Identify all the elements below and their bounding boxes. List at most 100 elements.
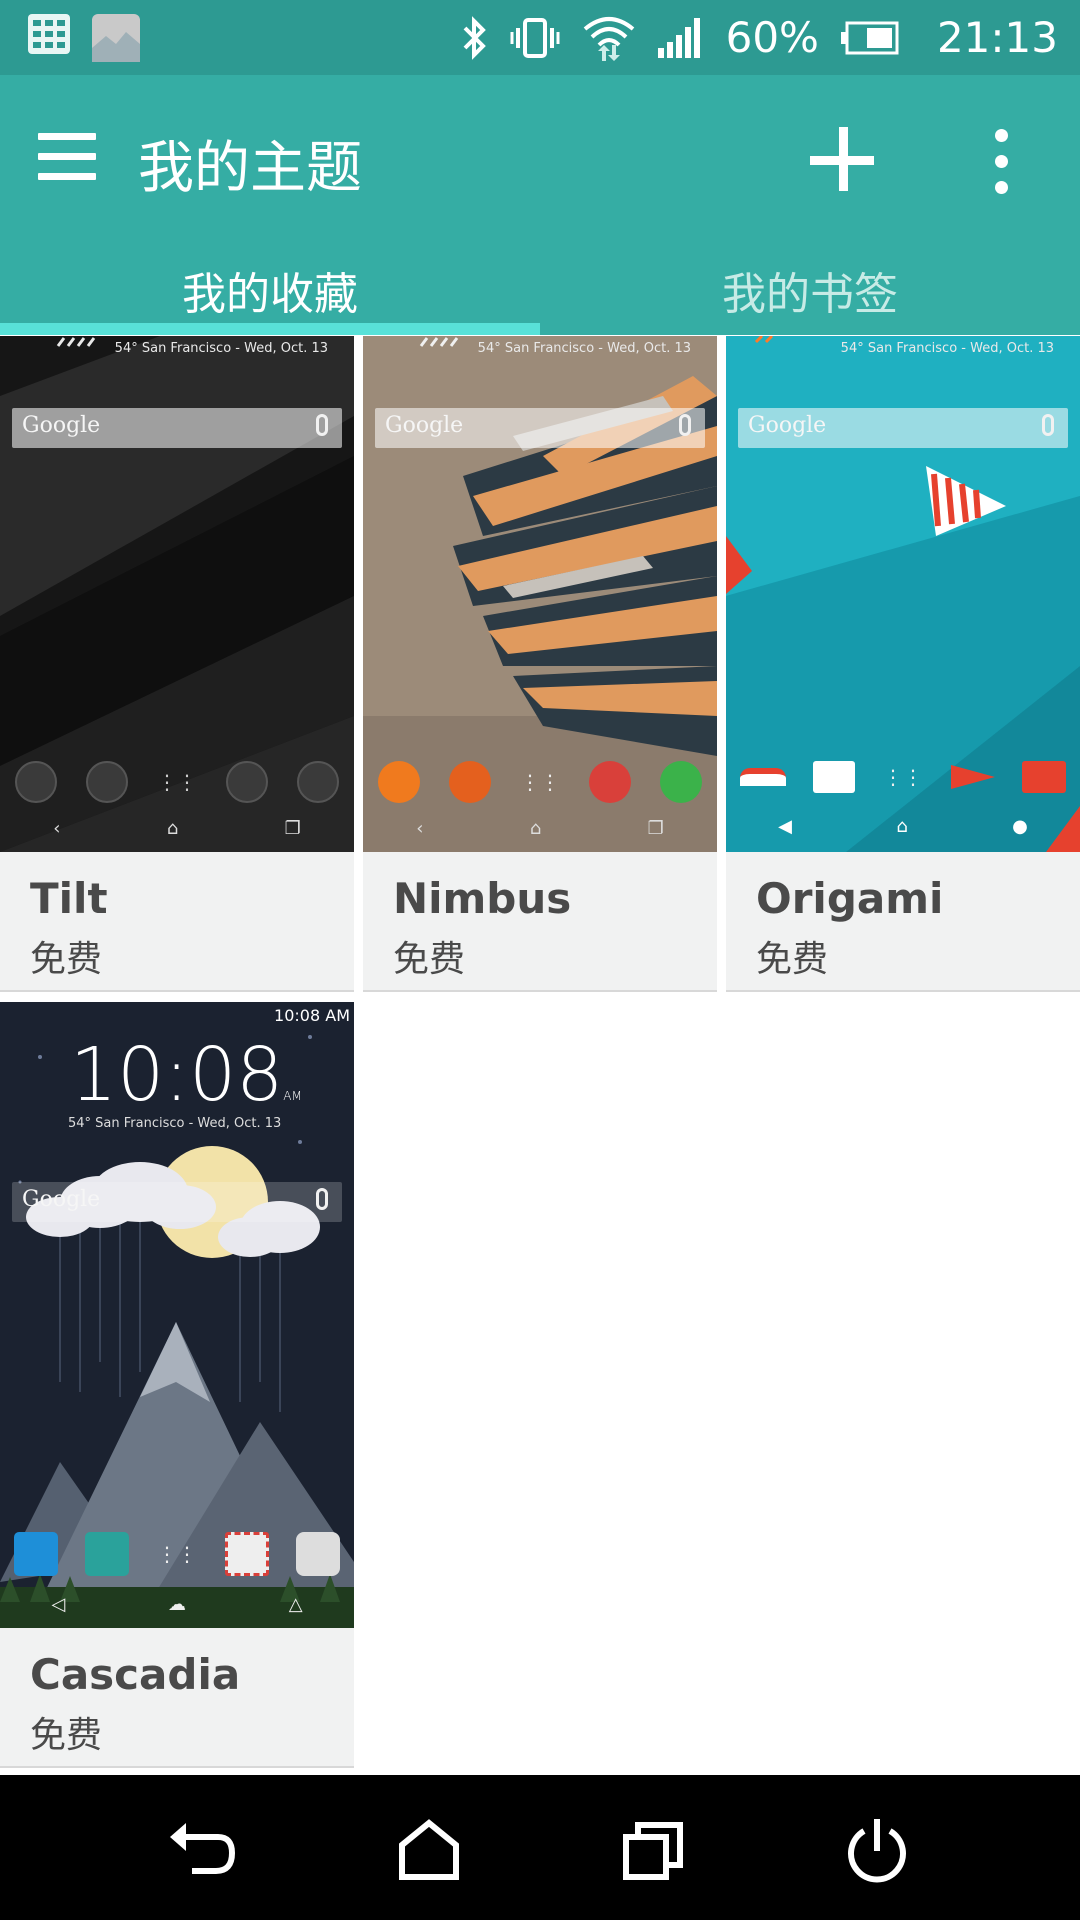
vibrate-icon <box>510 17 560 58</box>
back-icon: ◁ <box>51 1594 66 1615</box>
back-button[interactable] <box>168 1815 238 1885</box>
theme-card-cascadia[interactable]: 10:08 AM 10:08AM 54° San Francisco - Wed… <box>0 1002 354 1768</box>
theme-price: 免费 <box>30 939 103 980</box>
preview-search-bar: Google <box>738 408 1068 448</box>
camera-icon <box>1022 761 1067 793</box>
mail-icon <box>589 761 632 803</box>
preview-weather-text: 54° San Francisco - Wed, Oct. 13 <box>840 341 1054 356</box>
recents-icon: ❐ <box>284 818 301 839</box>
mic-icon <box>316 414 328 436</box>
theme-caption: Tilt 免费 <box>0 852 354 992</box>
preview-nav: ‹ ⌂ ❐ <box>363 818 717 839</box>
menu-button[interactable] <box>38 133 98 183</box>
power-button[interactable] <box>842 1815 912 1885</box>
apps-grid-icon: ⋮⋮ <box>882 765 923 789</box>
phone-icon <box>377 761 420 803</box>
preview-search-bar: Google <box>12 1182 342 1222</box>
wifi-icon <box>583 16 634 61</box>
preview-clock-ampm: AM <box>283 1089 302 1103</box>
preview-weather-text: 54° San Francisco - Wed, Oct. 13 <box>114 341 328 356</box>
apps-grid-icon: ⋮⋮ <box>156 770 197 794</box>
theme-name: Nimbus <box>393 874 572 923</box>
back-icon: ◀ <box>778 816 792 837</box>
clock: 21:13 <box>936 13 1058 62</box>
theme-card-nimbus[interactable]: 54° San Francisco - Wed, Oct. 13 Google … <box>363 336 717 992</box>
theme-name: Cascadia <box>30 1650 241 1699</box>
preview-search-label: Google <box>22 1187 101 1212</box>
apps-grid-icon: ⋮⋮ <box>156 1542 197 1566</box>
apps-grid-icon: ⋮⋮ <box>519 770 560 794</box>
theme-card-origami[interactable]: 54° San Francisco - Wed, Oct. 13 Google … <box>726 336 1080 992</box>
preview-nav: ◀ ⌂ ● <box>726 816 1080 837</box>
preview-dock: ⋮⋮ <box>0 1532 354 1576</box>
gallery-icon <box>92 14 140 62</box>
screen: 60% 21:13 我的主题 我的收藏 我的书签 54° San Francis… <box>0 0 1080 1920</box>
preview-nav: ◁ ☁ △ <box>0 1594 354 1615</box>
theme-price: 免费 <box>393 939 466 980</box>
theme-preview: 10:08 AM 10:08AM 54° San Francisco - Wed… <box>0 1002 354 1628</box>
status-bar: 60% 21:13 <box>0 0 1080 75</box>
phone-icon <box>739 768 786 786</box>
preview-dock: ⋮⋮ <box>0 761 354 803</box>
messages-icon <box>85 1532 130 1576</box>
camera-icon <box>296 1532 341 1576</box>
preview-search-bar: Google <box>375 408 705 448</box>
preview-dock: ⋮⋮ <box>363 761 717 803</box>
preview-weather-text: 54° San Francisco - Wed, Oct. 13 <box>477 341 691 356</box>
mic-icon <box>1042 414 1054 436</box>
home-icon: ⌂ <box>896 816 908 837</box>
preview-weather-text: 54° San Francisco - Wed, Oct. 13 <box>68 1116 282 1131</box>
theme-preview: 54° San Francisco - Wed, Oct. 13 Google … <box>0 336 354 852</box>
home-button[interactable] <box>394 1815 464 1885</box>
theme-caption: Nimbus 免费 <box>363 852 717 992</box>
tab-indicator <box>0 323 540 335</box>
messages-icon <box>813 761 856 793</box>
preview-clock: 10:08AM <box>70 1032 302 1118</box>
preview-search-label: Google <box>385 413 464 438</box>
home-icon: ⌂ <box>529 818 542 839</box>
back-icon: ‹ <box>416 818 424 839</box>
mail-icon <box>224 1532 269 1576</box>
preview-search-bar: Google <box>12 408 342 448</box>
theme-caption: Origami 免费 <box>726 852 1080 992</box>
camera-icon <box>660 761 703 803</box>
signal-icon <box>657 17 700 58</box>
theme-preview: 54° San Francisco - Wed, Oct. 13 Google … <box>363 336 717 852</box>
phone-icon <box>13 1532 58 1576</box>
theme-caption: Cascadia 免费 <box>0 1628 354 1768</box>
preview-search-label: Google <box>22 413 101 438</box>
battery-icon <box>840 21 899 54</box>
theme-name: Origami <box>756 874 944 923</box>
recents-icon: △ <box>288 1594 303 1615</box>
preview-status-time: 10:08 AM <box>274 1006 350 1025</box>
recents-button[interactable] <box>618 1815 688 1885</box>
app-bar: 我的主题 我的收藏 我的书签 <box>0 75 1080 335</box>
add-theme-button[interactable] <box>808 125 878 195</box>
theme-price: 免费 <box>30 1715 103 1756</box>
system-nav-bar <box>0 1775 1080 1920</box>
theme-price: 免费 <box>756 939 829 980</box>
camera-icon <box>297 761 340 803</box>
theme-card-tilt[interactable]: 54° San Francisco - Wed, Oct. 13 Google … <box>0 336 354 992</box>
phone-icon <box>14 761 57 803</box>
mic-icon <box>679 414 691 436</box>
mail-icon <box>226 761 269 803</box>
preview-dock: ⋮⋮ <box>726 761 1080 793</box>
more-options-button[interactable] <box>982 127 1022 197</box>
theme-preview: 54° San Francisco - Wed, Oct. 13 Google … <box>726 336 1080 852</box>
home-icon: ⌂ <box>166 818 179 839</box>
battery-percent: 60% <box>725 13 819 62</box>
preview-clock-time: 10:08 <box>70 1032 284 1118</box>
page-title: 我的主题 <box>138 136 362 201</box>
bluetooth-icon <box>463 15 486 60</box>
home-icon: ☁ <box>167 1594 186 1615</box>
messages-icon <box>448 761 491 803</box>
theme-name: Tilt <box>30 874 108 923</box>
recents-icon: ● <box>1012 816 1028 837</box>
keyboard-grid-icon <box>28 14 70 54</box>
mail-icon <box>950 765 995 789</box>
preview-search-label: Google <box>748 413 827 438</box>
recents-icon: ❐ <box>647 818 664 839</box>
tab-bookmarks[interactable]: 我的书签 <box>540 255 1080 335</box>
messages-icon <box>85 761 128 803</box>
